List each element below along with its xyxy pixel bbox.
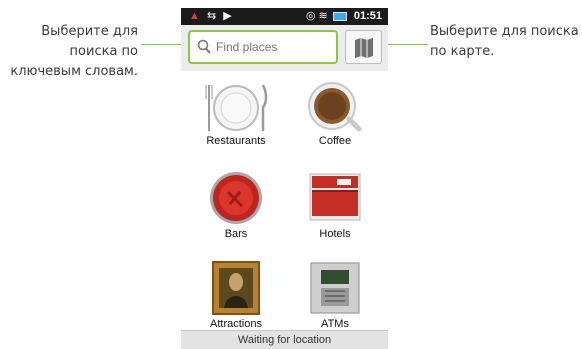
search-row: [181, 25, 388, 71]
category-attractions[interactable]: Attractions: [186, 260, 286, 330]
callout-left: Выберите для поиска по ключевым словам.: [0, 22, 138, 82]
status-notifications: ▲ ⇆ ▶: [189, 9, 234, 22]
map-button[interactable]: [345, 30, 382, 64]
category-label: Attractions: [210, 318, 262, 330]
status-system: ◎ ≋ 01:51: [306, 9, 382, 22]
coffee-cup-icon: [308, 82, 362, 132]
wifi-icon: ≋: [318, 10, 328, 22]
category-label: Restaurants: [206, 135, 266, 147]
category-label: ATMs: [321, 318, 349, 330]
callout-left-line-1: Выберите для: [41, 24, 138, 39]
search-box[interactable]: [188, 30, 338, 64]
callout-left-line-3: ключевым словам.: [10, 64, 138, 79]
category-bars[interactable]: Bars: [186, 170, 286, 240]
category-label: Coffee: [318, 135, 352, 147]
status-time: 01:51: [353, 10, 382, 22]
mona-lisa-frame-icon: [212, 261, 260, 315]
battery-icon: [332, 11, 347, 21]
category-atms[interactable]: ATMs: [285, 260, 385, 330]
category-restaurants[interactable]: Restaurants: [186, 81, 286, 147]
callout-right-line-1: Выберите для поиска: [430, 24, 579, 39]
atm-machine-icon: [310, 262, 360, 314]
alert-icon: ▲: [189, 10, 202, 22]
callout-left-line-2: поиска по: [69, 44, 138, 59]
category-hotels[interactable]: Hotels: [285, 170, 385, 240]
search-input[interactable]: [216, 38, 328, 56]
hotel-bed-icon: [309, 173, 361, 221]
category-grid: Restaurants Coffee Bars Hotels Attractio…: [181, 71, 388, 336]
play-icon: ▶: [223, 10, 234, 22]
map-icon: [355, 38, 373, 58]
restaurant-plate-icon: [205, 84, 268, 131]
search-icon: [197, 39, 211, 54]
category-label: Bars: [224, 228, 248, 240]
category-coffee[interactable]: Coffee: [285, 81, 385, 147]
location-status-bar: Waiting for location: [181, 330, 388, 349]
callout-right: Выберите для поиска по карте.: [430, 22, 582, 62]
callout-right-connector: [384, 44, 428, 45]
callout-right-line-2: по карте.: [430, 44, 495, 59]
category-label: Hotels: [319, 228, 351, 240]
bottle-cap-icon: [210, 172, 262, 224]
gps-icon: ◎: [305, 10, 316, 22]
phone-screen: ▲ ⇆ ▶ ◎ ≋ 01:51 Find places Restaurants …: [181, 8, 388, 349]
status-bar: ▲ ⇆ ▶ ◎ ≋ 01:51: [181, 8, 388, 25]
usb-icon: ⇆: [206, 10, 219, 22]
